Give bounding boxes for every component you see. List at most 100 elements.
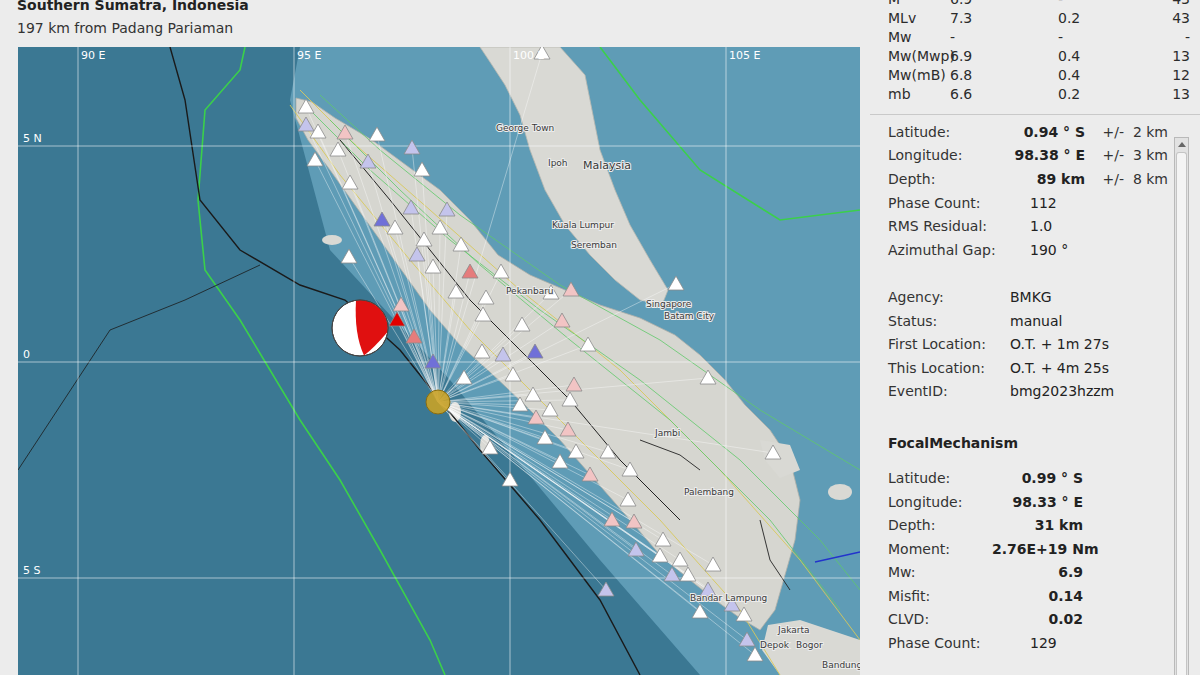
station-marker-icon[interactable] <box>604 512 620 526</box>
station-marker-icon[interactable] <box>672 552 688 566</box>
beachball-icon[interactable] <box>332 300 388 356</box>
map-canvas[interactable]: 90 E95 E100 E105 E5 N05 SGeorge TownIpoh… <box>18 47 860 675</box>
station-marker-icon[interactable] <box>482 440 498 454</box>
focal-row: Mw:6.9 <box>888 561 1174 585</box>
station-marker-icon[interactable] <box>765 445 781 459</box>
station-marker-icon[interactable] <box>620 492 636 506</box>
magnitude-row[interactable]: MLv7.30.243 <box>888 8 1190 27</box>
station-marker-icon[interactable] <box>537 430 553 444</box>
station-marker-icon[interactable] <box>298 117 314 131</box>
field-value: 31 km <box>992 517 1083 533</box>
station-marker-icon[interactable] <box>705 557 721 571</box>
station-marker-icon[interactable] <box>566 377 582 391</box>
station-marker-icon[interactable] <box>456 370 472 384</box>
station-marker-icon[interactable] <box>360 154 376 168</box>
station-marker-icon[interactable] <box>414 162 430 176</box>
station-marker-icon[interactable] <box>403 200 419 214</box>
station-marker-icon[interactable] <box>475 307 491 321</box>
station-marker-icon[interactable] <box>692 604 708 618</box>
station-marker-icon[interactable] <box>406 329 422 343</box>
station-marker-icon[interactable] <box>626 514 642 528</box>
station-marker-icon[interactable] <box>680 567 696 581</box>
station-marker-icon[interactable] <box>369 127 385 141</box>
station-marker-icon[interactable] <box>502 472 518 486</box>
map-panel[interactable]: 90 E95 E100 E105 E5 N05 SGeorge TownIpoh… <box>18 47 860 675</box>
magnitude-row[interactable]: Mw(mB)6.80.412 <box>888 65 1190 84</box>
ray-line <box>438 402 755 655</box>
field-label: Phase Count: <box>888 195 1006 211</box>
station-marker-icon[interactable] <box>341 249 357 263</box>
station-marker-icon[interactable] <box>552 454 568 468</box>
ray-line <box>306 107 438 402</box>
station-marker-icon[interactable] <box>542 402 558 416</box>
station-marker-icon[interactable] <box>389 312 405 326</box>
station-marker-icon[interactable] <box>337 125 353 139</box>
magnitude-type: Mw(mB) <box>888 67 950 83</box>
station-marker-icon[interactable] <box>582 467 598 481</box>
station-marker-icon[interactable] <box>448 284 464 298</box>
station-marker-icon[interactable] <box>432 220 448 234</box>
station-marker-icon[interactable] <box>298 99 314 113</box>
station-marker-icon[interactable] <box>580 337 596 351</box>
grid-label: 90 E <box>81 49 105 62</box>
field-value: bmg2023hzzm <box>1010 383 1174 399</box>
station-marker-icon[interactable] <box>310 124 326 138</box>
station-marker-icon[interactable] <box>628 542 644 556</box>
magnitude-row[interactable]: Mw--- <box>888 27 1190 46</box>
ray-line <box>395 228 438 402</box>
station-marker-icon[interactable] <box>453 237 469 251</box>
station-marker-icon[interactable] <box>527 344 543 358</box>
station-marker-icon[interactable] <box>474 344 490 358</box>
station-marker-icon[interactable] <box>478 290 494 304</box>
station-marker-icon[interactable] <box>652 548 668 562</box>
magnitude-row[interactable]: M6.9-43 <box>888 0 1190 8</box>
scrollbar[interactable] <box>1174 137 1189 675</box>
station-marker-icon[interactable] <box>736 607 752 621</box>
epicenter-marker-icon[interactable] <box>426 390 450 414</box>
scroll-thumb[interactable] <box>1176 152 1187 675</box>
station-marker-icon[interactable] <box>425 354 441 368</box>
station-marker-icon[interactable] <box>393 297 409 311</box>
station-marker-icon[interactable] <box>739 632 755 646</box>
magnitude-row[interactable]: Mw(Mwp)6.90.413 <box>888 46 1190 65</box>
station-marker-icon[interactable] <box>560 422 576 436</box>
magnitude-row[interactable]: mb6.60.213 <box>888 84 1190 103</box>
station-marker-icon[interactable] <box>655 532 671 546</box>
ray-line <box>438 402 773 453</box>
station-marker-icon[interactable] <box>330 142 346 156</box>
station-marker-icon[interactable] <box>493 264 509 278</box>
station-marker-icon[interactable] <box>495 347 511 361</box>
station-marker-icon[interactable] <box>668 276 684 290</box>
station-marker-icon[interactable] <box>505 367 521 381</box>
station-marker-icon[interactable] <box>425 259 441 273</box>
station-marker-icon[interactable] <box>562 392 578 406</box>
station-marker-icon[interactable] <box>439 202 455 216</box>
station-marker-icon[interactable] <box>387 220 403 234</box>
ray-line <box>438 402 744 615</box>
place-label: Palembang <box>684 487 734 497</box>
station-marker-icon[interactable] <box>409 247 425 261</box>
details-panel: M6.9-43MLv7.30.243Mw---Mw(Mwp)6.90.413Mw… <box>870 0 1200 675</box>
station-marker-icon[interactable] <box>600 444 616 458</box>
station-marker-icon[interactable] <box>664 567 680 581</box>
station-marker-icon[interactable] <box>568 444 584 458</box>
station-marker-icon[interactable] <box>512 397 528 411</box>
scroll-up-icon[interactable] <box>1178 142 1186 147</box>
station-marker-icon[interactable] <box>700 370 716 384</box>
station-marker-icon[interactable] <box>554 313 570 327</box>
station-marker-icon[interactable] <box>342 175 358 189</box>
station-marker-icon[interactable] <box>622 462 638 476</box>
station-marker-icon[interactable] <box>525 387 541 401</box>
station-marker-icon[interactable] <box>514 317 530 331</box>
station-marker-icon[interactable] <box>307 152 323 166</box>
magnitude-type: mb <box>888 86 950 102</box>
field-value: 0.14 <box>992 588 1083 604</box>
station-marker-icon[interactable] <box>563 282 579 296</box>
station-marker-icon[interactable] <box>598 582 614 596</box>
focal-mechanism-section: FocalMechanismLatitude:0.99 ° SLongitude… <box>888 431 1174 655</box>
station-marker-icon[interactable] <box>404 140 420 154</box>
station-marker-icon[interactable] <box>416 232 432 246</box>
station-marker-icon[interactable] <box>374 212 390 226</box>
station-marker-icon[interactable] <box>462 264 478 278</box>
station-marker-icon[interactable] <box>528 410 544 424</box>
